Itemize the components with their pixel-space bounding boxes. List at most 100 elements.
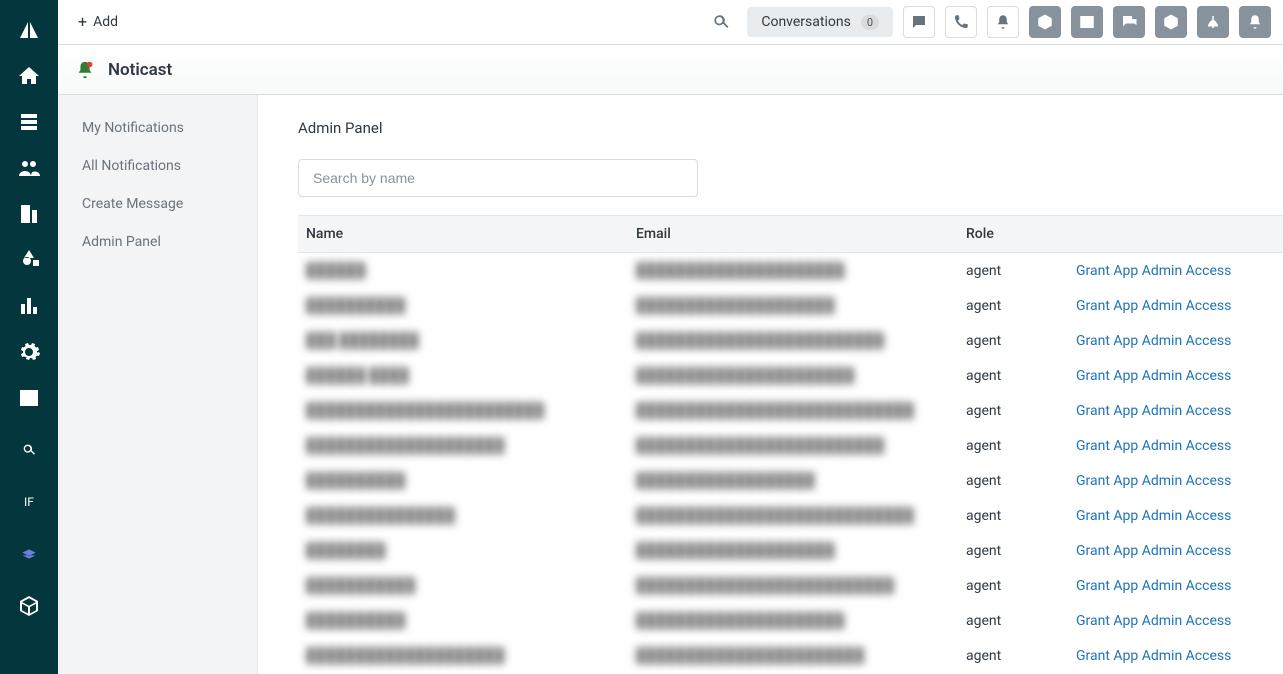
grant-admin-link[interactable]: Grant App Admin Access — [1076, 648, 1231, 664]
add-button[interactable]: + Add — [70, 10, 126, 34]
grant-admin-link[interactable]: Grant App Admin Access — [1076, 473, 1231, 489]
grant-admin-link[interactable]: Grant App Admin Access — [1076, 368, 1231, 384]
col-header-role: Role — [958, 216, 1068, 253]
grant-admin-link[interactable]: Grant App Admin Access — [1076, 333, 1231, 349]
bar-chart-icon — [17, 294, 41, 318]
brand-logo[interactable] — [9, 10, 49, 50]
app-name: Noticast — [108, 60, 172, 80]
conversations-count: 0 — [861, 15, 879, 30]
cell-name: ████████████████████ — [298, 638, 628, 673]
plus-icon: + — [78, 14, 87, 30]
app-title-bar: Noticast — [58, 45, 1283, 95]
search-input[interactable] — [298, 159, 698, 197]
cell-name: ████████████████████████ — [298, 393, 628, 428]
sidebar-item-create-message[interactable]: Create Message — [58, 185, 257, 223]
topbar-app-4[interactable] — [1155, 6, 1187, 38]
add-button-label: Add — [93, 14, 118, 30]
sidebar-item-my-notifications[interactable]: My Notifications — [58, 109, 257, 147]
grant-admin-link[interactable]: Grant App Admin Access — [1076, 263, 1231, 279]
search-icon — [711, 12, 731, 32]
col-header-email: Email — [628, 216, 958, 253]
cell-role: agent — [958, 428, 1068, 463]
sidebar-item-admin-panel[interactable]: Admin Panel — [58, 223, 257, 261]
rail-integration[interactable]: IF — [9, 482, 49, 522]
cell-name: ████████████████████ — [298, 428, 628, 463]
cell-name: ████████ — [298, 533, 628, 568]
sidebar-item-all-notifications[interactable]: All Notifications — [58, 147, 257, 185]
topbar-chat[interactable] — [903, 6, 935, 38]
cell-email: █████████████████████ — [628, 253, 958, 289]
cell-role: agent — [958, 253, 1068, 289]
topbar-search[interactable] — [705, 6, 737, 38]
grant-admin-link[interactable]: Grant App Admin Access — [1076, 298, 1231, 314]
cell-name: ██████ ████ — [298, 358, 628, 393]
rail-home[interactable] — [9, 56, 49, 96]
cell-email: █████████████████████████ — [628, 428, 958, 463]
topbar-app-5[interactable] — [1197, 6, 1229, 38]
table-row: ████████████████████████████████████████… — [298, 393, 1283, 428]
table-row: ████████████████████████████████████████… — [298, 428, 1283, 463]
layers-icon — [21, 546, 37, 562]
rail-terminal[interactable] — [9, 378, 49, 418]
rail-organizations[interactable] — [9, 194, 49, 234]
topbar-bell[interactable] — [987, 6, 1019, 38]
table-row: ████████████████████████████████████████… — [298, 498, 1283, 533]
rail-views[interactable] — [9, 102, 49, 142]
rail-app-1[interactable] — [9, 534, 49, 574]
cell-email: ████████████████████████████ — [628, 498, 958, 533]
bell-icon — [994, 13, 1012, 31]
content: Admin Panel Name Email Role ████████████… — [258, 95, 1283, 674]
grant-admin-link[interactable]: Grant App Admin Access — [1076, 543, 1231, 559]
grant-admin-link[interactable]: Grant App Admin Access — [1076, 613, 1231, 629]
app-logo — [74, 59, 96, 81]
rail-customers[interactable] — [9, 148, 49, 188]
list-icon — [17, 110, 41, 134]
rail-app-2[interactable] — [9, 586, 49, 626]
cell-email: ████████████████████ — [628, 533, 958, 568]
table-row: ███████████████████████████████agentGran… — [298, 603, 1283, 638]
cell-email: █████████████████████████ — [628, 323, 958, 358]
conversations-label: Conversations — [761, 14, 850, 30]
sidebar-item-label: Admin Panel — [82, 234, 161, 250]
cell-role: agent — [958, 498, 1068, 533]
grant-admin-link[interactable]: Grant App Admin Access — [1076, 403, 1231, 419]
terminal-icon — [1078, 13, 1096, 31]
grant-admin-link[interactable]: Grant App Admin Access — [1076, 508, 1231, 524]
sidebar-item-label: All Notifications — [82, 158, 181, 174]
rail-shapes[interactable] — [9, 240, 49, 280]
grant-admin-link[interactable]: Grant App Admin Access — [1076, 578, 1231, 594]
rail-reporting[interactable] — [9, 286, 49, 326]
cell-role: agent — [958, 323, 1068, 358]
conversations-button[interactable]: Conversations 0 — [747, 7, 893, 37]
cube-icon — [1162, 13, 1180, 31]
topbar: + Add Conversations 0 — [58, 0, 1283, 45]
topbar-app-1[interactable] — [1029, 6, 1061, 38]
cell-role: agent — [958, 393, 1068, 428]
grant-admin-link[interactable]: Grant App Admin Access — [1076, 438, 1231, 454]
cell-name: ███████████████ — [298, 498, 628, 533]
rail-admin[interactable] — [9, 332, 49, 372]
rail-integration-label: IF — [24, 495, 34, 509]
cell-name: ██████████ — [298, 603, 628, 638]
cell-email: ██████████████████████████ — [628, 568, 958, 603]
table-row: ████████████████████████████████████████… — [298, 638, 1283, 673]
sidebar-item-label: My Notifications — [82, 120, 184, 136]
topbar-app-6[interactable] — [1239, 6, 1271, 38]
col-header-action — [1068, 216, 1283, 253]
bell-icon — [1246, 13, 1264, 31]
page-title: Admin Panel — [298, 119, 1283, 137]
table-row: ████████████████████████████agentGrant A… — [298, 533, 1283, 568]
topbar-app-2[interactable] — [1071, 6, 1103, 38]
cell-email: █████████████████████ — [628, 603, 958, 638]
topbar-phone[interactable] — [945, 6, 977, 38]
left-rail: IF — [0, 0, 58, 674]
sidebar: My Notifications All Notifications Creat… — [58, 95, 258, 674]
shapes-icon — [17, 248, 41, 272]
building-icon — [17, 202, 41, 226]
table-row: ██████████████████████████████agentGrant… — [298, 288, 1283, 323]
rail-search[interactable] — [9, 430, 49, 470]
topbar-app-3[interactable] — [1113, 6, 1145, 38]
table-row: ███████████████████████████agentGrant Ap… — [298, 253, 1283, 289]
table-row: ███ █████████████████████████████████age… — [298, 323, 1283, 358]
cell-name: ██████████ — [298, 463, 628, 498]
